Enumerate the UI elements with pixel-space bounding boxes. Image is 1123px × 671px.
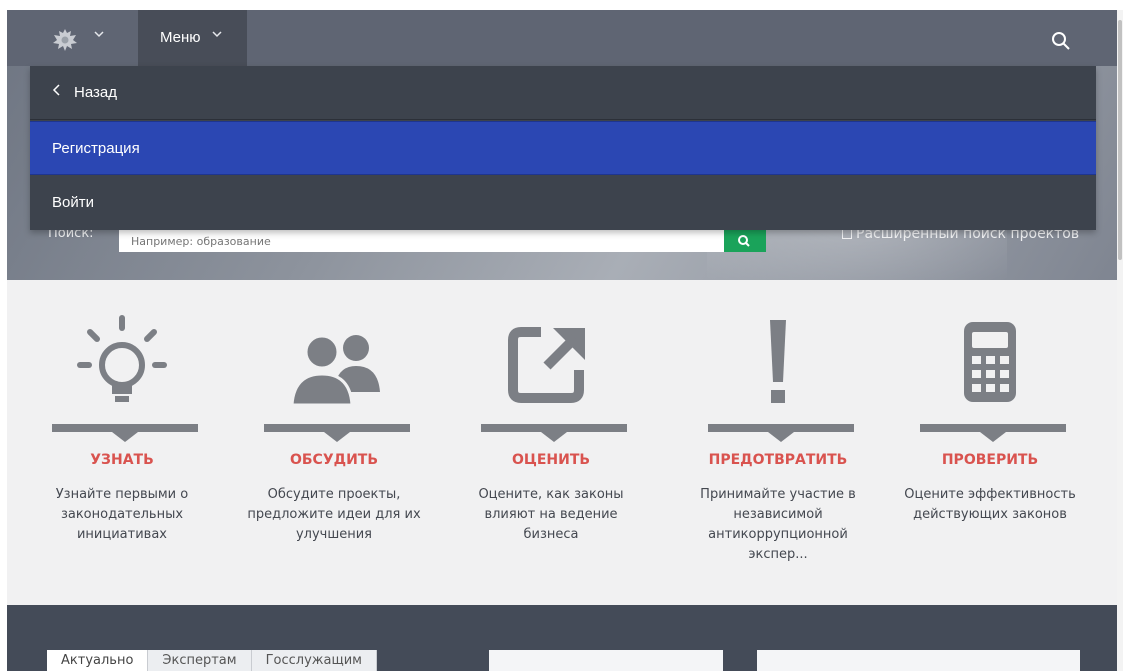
people-icon [274, 310, 394, 410]
tab-actual[interactable]: Актуально [47, 650, 149, 671]
feature-divider [481, 424, 627, 432]
feature-title: ОБСУДИТЬ [289, 452, 379, 468]
dropdown-item-label: Войти [52, 194, 94, 211]
feature-title: УЗНАТЬ [90, 452, 154, 468]
news-panel [489, 650, 723, 671]
feature-prevent[interactable]: ПРЕДОТВРАТИТЬ Принимайте участие в незав… [678, 280, 878, 605]
feature-description: Оцените эффективность действующих законо… [904, 487, 1076, 522]
scrollbar-thumb[interactable] [1118, 20, 1122, 260]
feature-description: Оцените, как законы влияют на ведение би… [478, 487, 624, 542]
share-arrow-icon [491, 310, 611, 410]
menu-button-label: Меню [160, 29, 201, 46]
feature-description: Узнайте первыми о законодательных инициа… [55, 487, 189, 542]
calculator-icon [930, 310, 1050, 410]
feature-evaluate[interactable]: ОЦЕНИТЬ Оцените, как законы влияют на ве… [451, 280, 651, 605]
search-icon[interactable] [1050, 30, 1072, 52]
feature-description: Принимайте участие в независимой антикор… [700, 487, 856, 562]
news-tabs: Актуально Экспертам Госслужащим [47, 650, 377, 671]
feature-divider-notch [112, 432, 138, 442]
top-navigation-bar: Меню [7, 10, 1117, 66]
news-panel [757, 650, 1080, 671]
feature-discuss[interactable]: ОБСУДИТЬ Обсудите проекты, предложите ид… [234, 280, 434, 605]
emblem-icon[interactable] [51, 27, 79, 53]
lightbulb-icon [62, 310, 182, 410]
dropdown-back-label: Назад [74, 84, 117, 101]
tab-civil-servants[interactable]: Госслужащим [251, 650, 377, 671]
page: Меню Поиск: Расширенный поиск проектов [0, 0, 1123, 671]
feature-learn[interactable]: УЗНАТЬ Узнайте первыми о законодательных… [22, 280, 222, 605]
search-submit-button[interactable] [724, 230, 766, 252]
feature-title: ОЦЕНИТЬ [511, 452, 591, 468]
feature-divider-notch [541, 432, 567, 442]
chevron-left-icon [52, 83, 62, 101]
dropdown-item-registration[interactable]: Регистрация [30, 121, 1096, 175]
menu-chevron-down-icon [211, 28, 223, 44]
feature-divider-notch [768, 432, 794, 442]
features-section: УЗНАТЬ Узнайте первыми о законодательных… [7, 280, 1117, 605]
feature-divider-notch [324, 432, 350, 442]
news-section: Актуально Экспертам Госслужащим [7, 605, 1117, 671]
feature-divider [920, 424, 1066, 432]
menu-button[interactable]: Меню [138, 10, 247, 66]
menu-dropdown: Назад Регистрация Войти [30, 66, 1096, 230]
emblem-chevron-down-icon[interactable] [93, 28, 105, 44]
feature-divider [52, 424, 198, 432]
feature-check[interactable]: ПРОВЕРИТЬ Оцените эффективность действую… [890, 280, 1090, 605]
feature-title: ПРОВЕРИТЬ [941, 452, 1039, 468]
dropdown-back-item[interactable]: Назад [30, 66, 1096, 120]
dropdown-item-login[interactable]: Войти [30, 176, 1096, 230]
feature-divider-notch [980, 432, 1006, 442]
tab-experts[interactable]: Экспертам [148, 650, 252, 671]
feature-title: ПРЕДОТВРАТИТЬ [708, 452, 848, 468]
feature-divider [264, 424, 410, 432]
search-input[interactable] [119, 230, 724, 252]
feature-divider [708, 424, 854, 432]
feature-description: Обсудите проекты, предложите идеи для их… [247, 487, 421, 542]
exclamation-icon [718, 310, 838, 410]
dropdown-item-label: Регистрация [52, 140, 140, 157]
